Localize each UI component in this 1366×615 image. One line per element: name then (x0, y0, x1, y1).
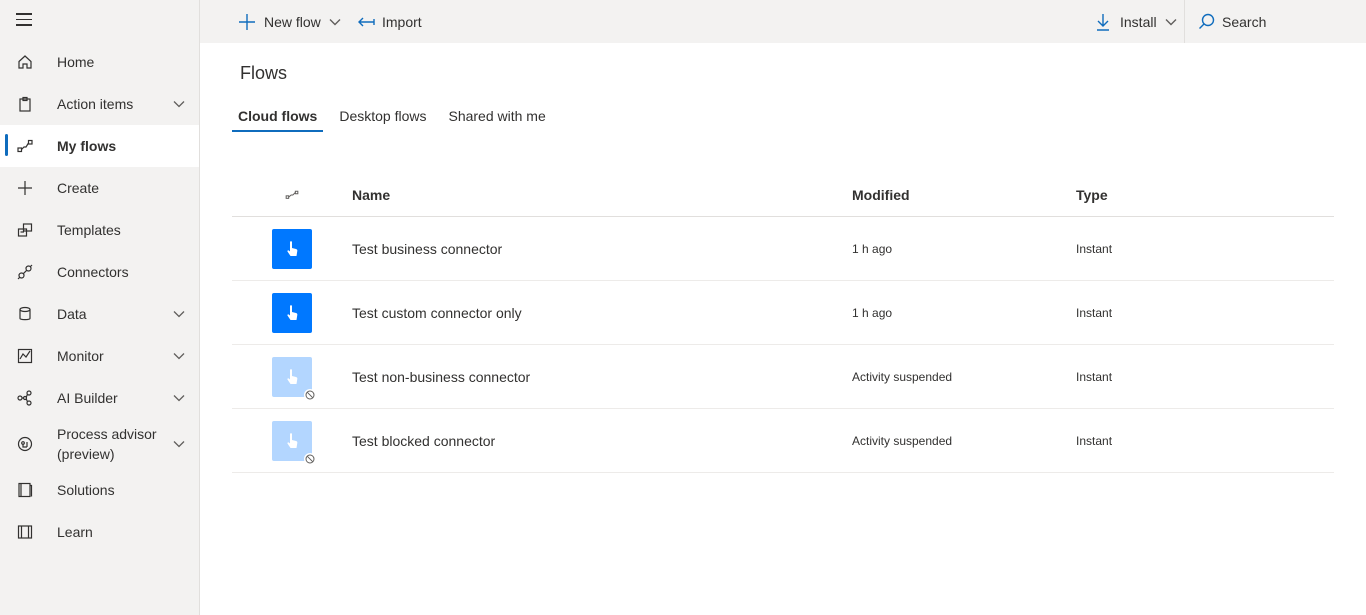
sidebar-item-label: My flows (57, 138, 117, 154)
sidebar-item-ai-builder[interactable]: AI Builder (0, 377, 199, 419)
chevron-down-icon[interactable] (173, 394, 187, 402)
database-icon (16, 305, 34, 323)
sidebar-item-label: Monitor (57, 348, 104, 364)
plus-icon (239, 13, 255, 30)
flow-name-link[interactable]: Test custom connector only (352, 305, 852, 321)
type-value: Instant (1076, 305, 1113, 320)
sidebar-item-action-items[interactable]: Action items (0, 83, 199, 125)
sidebar-item-monitor[interactable]: Monitor (0, 335, 199, 377)
import-label: Import (382, 13, 422, 30)
solutions-icon (16, 481, 34, 499)
blocked-icon (304, 452, 316, 465)
sidebar-item-label: Action items (57, 96, 134, 112)
install-label: Install (1120, 13, 1157, 30)
sidebar-item-create[interactable]: Create (0, 167, 199, 209)
install-button[interactable]: Install (1096, 0, 1177, 43)
new-flow-label: New flow (264, 13, 321, 30)
new-flow-button[interactable]: New flow (238, 0, 341, 43)
flow-name-link[interactable]: Test blocked connector (352, 433, 852, 449)
app: Home Action items My flows Create Templa… (0, 0, 1366, 615)
instant-flow-icon (272, 356, 316, 401)
modified-value: Activity suspended (852, 433, 953, 448)
chevron-down-icon[interactable] (173, 100, 187, 108)
sidebar-item-label: Data (57, 306, 87, 322)
sidebar-item-label: Home (57, 54, 95, 70)
sidebar-item-label: Connectors (57, 264, 129, 280)
flow-icon (285, 190, 299, 199)
chevron-down-icon[interactable] (173, 310, 187, 318)
flows-table: Name Modified Type Test business connect… (232, 173, 1334, 473)
toolbar-divider (1184, 0, 1185, 43)
sidebar: Home Action items My flows Create Templa… (0, 0, 200, 615)
page-title: Flows (240, 63, 288, 83)
sidebar-item-label: Process advisor (preview) (57, 426, 157, 462)
chevron-down-icon[interactable] (173, 352, 187, 360)
connector-icon (16, 263, 34, 281)
sidebar-item-label: Solutions (57, 482, 115, 498)
flow-name-link[interactable]: Test non-business connector (352, 369, 852, 385)
search-label: Search (1222, 13, 1267, 30)
instant-flow-icon (272, 292, 312, 333)
flow-icon (16, 137, 34, 155)
search-button[interactable]: Search (1198, 0, 1266, 43)
clipboard-icon (16, 95, 34, 113)
download-icon (1097, 13, 1109, 31)
name-column-header[interactable]: Name (352, 187, 852, 203)
table-row[interactable]: Test custom connector only 1 h ago Insta… (232, 281, 1334, 345)
tab-desktop-flows[interactable]: Desktop flows (333, 106, 432, 132)
table-row[interactable]: Test blocked connector Activity suspende… (232, 409, 1334, 473)
modified-value: Activity suspended (852, 369, 953, 384)
import-arrow-icon (358, 17, 375, 26)
flow-tabs: Cloud flows Desktop flows Shared with me (232, 106, 562, 132)
hamburger-menu-icon[interactable] (16, 13, 34, 29)
sidebar-item-home[interactable]: Home (0, 41, 199, 83)
table-row[interactable]: Test non-business connector Activity sus… (232, 345, 1334, 409)
home-icon (16, 53, 34, 71)
chevron-down-icon (329, 18, 341, 25)
table-row[interactable]: Test business connector 1 h ago Instant (232, 217, 1334, 281)
main-content: Flows Cloud flows Desktop flows Shared w… (200, 43, 1366, 615)
sidebar-item-label: Create (57, 180, 100, 196)
blocked-icon (304, 388, 316, 401)
sidebar-item-my-flows[interactable]: My flows (0, 125, 199, 167)
monitor-chart-icon (16, 347, 34, 365)
table-header: Name Modified Type (232, 173, 1334, 217)
type-column-header[interactable]: Type (1076, 187, 1334, 203)
search-icon (1199, 13, 1215, 29)
type-value: Instant (1076, 433, 1113, 448)
flow-type-column-header (232, 190, 352, 200)
flow-name-link[interactable]: Test business connector (352, 241, 852, 257)
sidebar-item-label: AI Builder (57, 390, 118, 406)
import-button[interactable]: Import (358, 0, 422, 43)
sidebar-item-connectors[interactable]: Connectors (0, 251, 199, 293)
command-bar: New flow Import Install Search (200, 0, 1366, 43)
type-value: Instant (1076, 369, 1113, 384)
type-value: Instant (1076, 241, 1113, 256)
tab-cloud-flows[interactable]: Cloud flows (232, 106, 324, 132)
sidebar-item-templates[interactable]: Templates (0, 209, 199, 251)
sidebar-item-data[interactable]: Data (0, 293, 199, 335)
chevron-down-icon[interactable] (173, 440, 187, 448)
tab-shared-with-me[interactable]: Shared with me (442, 106, 551, 132)
plus-icon (16, 179, 34, 197)
modified-value: 1 h ago (852, 305, 893, 320)
process-advisor-icon (16, 435, 34, 453)
sidebar-item-solutions[interactable]: Solutions (0, 469, 199, 511)
modified-column-header[interactable]: Modified (852, 187, 1076, 203)
templates-icon (16, 221, 34, 239)
book-icon (16, 523, 34, 541)
sidebar-item-learn[interactable]: Learn (0, 511, 199, 553)
instant-flow-icon (272, 228, 312, 269)
sidebar-item-label: Templates (57, 222, 121, 238)
sidebar-item-label: Learn (57, 524, 93, 540)
chevron-down-icon (1165, 18, 1177, 25)
instant-flow-icon (272, 420, 316, 465)
ai-builder-icon (16, 389, 34, 407)
sidebar-item-process-advisor[interactable]: Process advisor (preview) (0, 419, 199, 469)
modified-value: 1 h ago (852, 241, 893, 256)
sidebar-nav: Home Action items My flows Create Templa… (0, 41, 199, 553)
